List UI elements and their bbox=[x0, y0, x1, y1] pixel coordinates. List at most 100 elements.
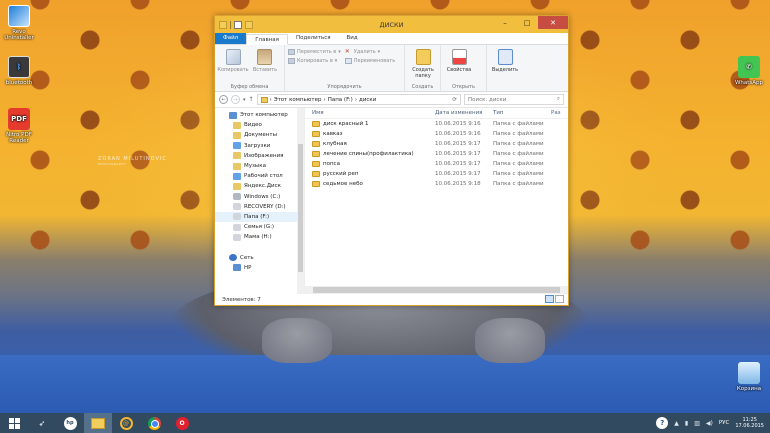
tab-view[interactable]: Вид bbox=[339, 33, 366, 44]
desktop-icon-bluetooth[interactable]: ᛒ bluetooth bbox=[1, 56, 37, 86]
language-indicator[interactable]: РУС bbox=[719, 420, 730, 426]
horizontal-scrollbar[interactable] bbox=[305, 286, 568, 294]
file-row[interactable]: клубная 10.06.2015 9:17 Папка с файлами bbox=[305, 139, 568, 149]
nav-item[interactable]: Видео bbox=[215, 120, 304, 130]
nav-item[interactable]: Яндекс.Диск bbox=[215, 181, 304, 191]
address-bar[interactable]: › Этот компьютер › Папа (F:) › диски ⟳ bbox=[256, 94, 461, 105]
close-button[interactable]: ✕ bbox=[538, 16, 568, 29]
help-icon[interactable]: ? bbox=[656, 417, 669, 429]
nav-item[interactable]: Папа (F:) bbox=[215, 211, 304, 223]
network-icon[interactable]: ▥ bbox=[694, 420, 700, 427]
file-name: кавказ bbox=[323, 131, 343, 137]
file-date: 10.06.2015 9:17 bbox=[435, 141, 481, 147]
column-size[interactable]: Раз bbox=[548, 110, 568, 116]
tab-file[interactable]: Файл bbox=[215, 33, 247, 44]
taskbar-opera[interactable]: O bbox=[168, 413, 196, 433]
taskbar-explorer[interactable] bbox=[84, 413, 112, 433]
search-box[interactable]: Поиск: диски ⌕ bbox=[464, 94, 564, 105]
maximize-button[interactable]: □ bbox=[516, 16, 538, 29]
file-row[interactable]: седьмое небо 10.06.2015 9:18 Папка с файла… bbox=[305, 179, 568, 189]
desktop-icon-pdf-reader[interactable]: PDF Nitro PDF Reader bbox=[1, 108, 37, 145]
drive-icon bbox=[233, 193, 241, 201]
up-button[interactable]: ↑ bbox=[249, 96, 254, 103]
clock[interactable]: 11:25 17.06.2015 bbox=[735, 417, 764, 429]
file-row[interactable]: диск красный 1 10.06.2015 9:16 Папка с фай… bbox=[305, 119, 568, 129]
column-type[interactable]: Тип bbox=[490, 110, 548, 116]
nav-scrollbar[interactable] bbox=[297, 108, 304, 294]
file-date: 10.06.2015 9:17 bbox=[435, 161, 481, 167]
breadcrumb-drive-f[interactable]: Папа (F:) bbox=[328, 97, 353, 103]
nav-item[interactable]: HP bbox=[215, 263, 304, 273]
select-button[interactable]: Выделить bbox=[490, 47, 520, 73]
nav-item[interactable]: RECOVERY (D:) bbox=[215, 202, 304, 212]
file-row[interactable]: лечение спины(профилактика) 10.06.2015 9:… bbox=[305, 149, 568, 159]
file-explorer-icon bbox=[91, 417, 105, 429]
network-icon bbox=[229, 254, 237, 262]
copy-icon bbox=[225, 49, 241, 65]
file-row[interactable]: русский реп 10.06.2015 9:17 Папка с файлам… bbox=[305, 169, 568, 179]
volume-icon[interactable]: ◀) bbox=[706, 420, 713, 427]
folder-icon bbox=[233, 142, 241, 150]
column-name[interactable]: Имя bbox=[305, 110, 432, 116]
details-view-button[interactable] bbox=[545, 295, 554, 303]
refresh-icon[interactable]: ⟳ bbox=[452, 97, 457, 103]
move-to-button[interactable]: Переместить в ▾ bbox=[288, 47, 341, 56]
nav-item[interactable]: Windows (C:) bbox=[215, 192, 304, 202]
breadcrumb-current[interactable]: диски bbox=[359, 97, 376, 103]
folder-icon bbox=[260, 96, 268, 103]
nav-item[interactable]: Документы bbox=[215, 130, 304, 140]
minimize-button[interactable]: – bbox=[494, 16, 516, 29]
rename-icon bbox=[344, 57, 352, 64]
title-bar[interactable]: ДИСКИ – □ ✕ bbox=[215, 16, 568, 33]
nav-item[interactable]: Загрузки bbox=[215, 141, 304, 151]
nav-item[interactable]: Изображения bbox=[215, 151, 304, 161]
search-icon: ⌕ bbox=[556, 96, 560, 102]
taskbar-launcher[interactable]: ➶ bbox=[28, 413, 56, 433]
file-name: клубная bbox=[323, 141, 347, 147]
file-date: 10.06.2015 9:17 bbox=[435, 151, 481, 157]
recent-locations-chevron-icon[interactable]: ▾ bbox=[243, 97, 246, 103]
copy-button[interactable]: Копировать bbox=[217, 47, 249, 73]
hp-icon: hp bbox=[63, 416, 77, 430]
column-date[interactable]: Дата изменения bbox=[432, 110, 490, 116]
new-folder-icon bbox=[415, 49, 431, 65]
whatsapp-icon: ✆ bbox=[738, 56, 760, 78]
new-folder-button[interactable]: Создать папку bbox=[408, 47, 438, 79]
back-button[interactable]: ← bbox=[219, 95, 228, 104]
forward-button[interactable]: → bbox=[231, 95, 240, 104]
nav-item[interactable]: Музыка bbox=[215, 161, 304, 171]
start-button[interactable] bbox=[0, 413, 28, 433]
file-name: лечение спины(профилактика) bbox=[323, 151, 414, 157]
nav-item-label: Сеть bbox=[240, 254, 254, 261]
tab-share[interactable]: Поделиться bbox=[288, 33, 339, 44]
file-row[interactable]: попса 10.06.2015 9:17 Папка с файлами bbox=[305, 159, 568, 169]
properties-button[interactable]: Свойства bbox=[444, 47, 474, 73]
taskbar-mail[interactable]: @ bbox=[112, 413, 140, 433]
taskbar-chrome[interactable] bbox=[140, 413, 168, 433]
paste-button[interactable]: Вставить bbox=[250, 47, 280, 73]
file-row[interactable]: кавказ 10.06.2015 9:16 Папка с файлами bbox=[305, 129, 568, 139]
windows-logo-icon bbox=[8, 417, 20, 429]
breadcrumb-this-pc[interactable]: Этот компьютер bbox=[274, 97, 322, 103]
tab-home[interactable]: Главная bbox=[246, 34, 288, 45]
properties-icon bbox=[451, 49, 467, 65]
power-icon[interactable]: ▮ bbox=[685, 420, 688, 427]
rename-button[interactable]: Переименовать bbox=[344, 56, 395, 65]
desktop-icon-recycle-bin[interactable]: Корзина bbox=[731, 362, 767, 392]
desktop-icon-revo[interactable]: Revo Uninstaller bbox=[1, 5, 37, 42]
nav-item[interactable]: Сеть bbox=[215, 253, 304, 263]
nav-item-label: Яндекс.Диск bbox=[244, 183, 281, 190]
folder-icon bbox=[233, 152, 241, 160]
nav-item[interactable]: Мама (H:) bbox=[215, 232, 304, 242]
file-date: 10.06.2015 9:16 bbox=[435, 121, 481, 127]
copy-to-button[interactable]: Копировать в ▾ bbox=[288, 56, 341, 65]
taskbar-hp[interactable]: hp bbox=[56, 413, 84, 433]
nav-item[interactable]: Семья (G:) bbox=[215, 222, 304, 232]
delete-button[interactable]: ✕ Удалить ▾ bbox=[345, 47, 395, 56]
nav-item[interactable]: Рабочий стол bbox=[215, 171, 304, 181]
nav-item[interactable]: Этот компьютер bbox=[215, 110, 304, 120]
show-hidden-icons-icon[interactable]: ▲ bbox=[674, 420, 679, 427]
large-icons-view-button[interactable] bbox=[555, 295, 564, 303]
address-bar-row: ← → ▾ ↑ › Этот компьютер › Папа (F:) › д… bbox=[215, 92, 568, 108]
desktop-icon-whatsapp[interactable]: ✆ WhatsApp bbox=[731, 56, 767, 86]
